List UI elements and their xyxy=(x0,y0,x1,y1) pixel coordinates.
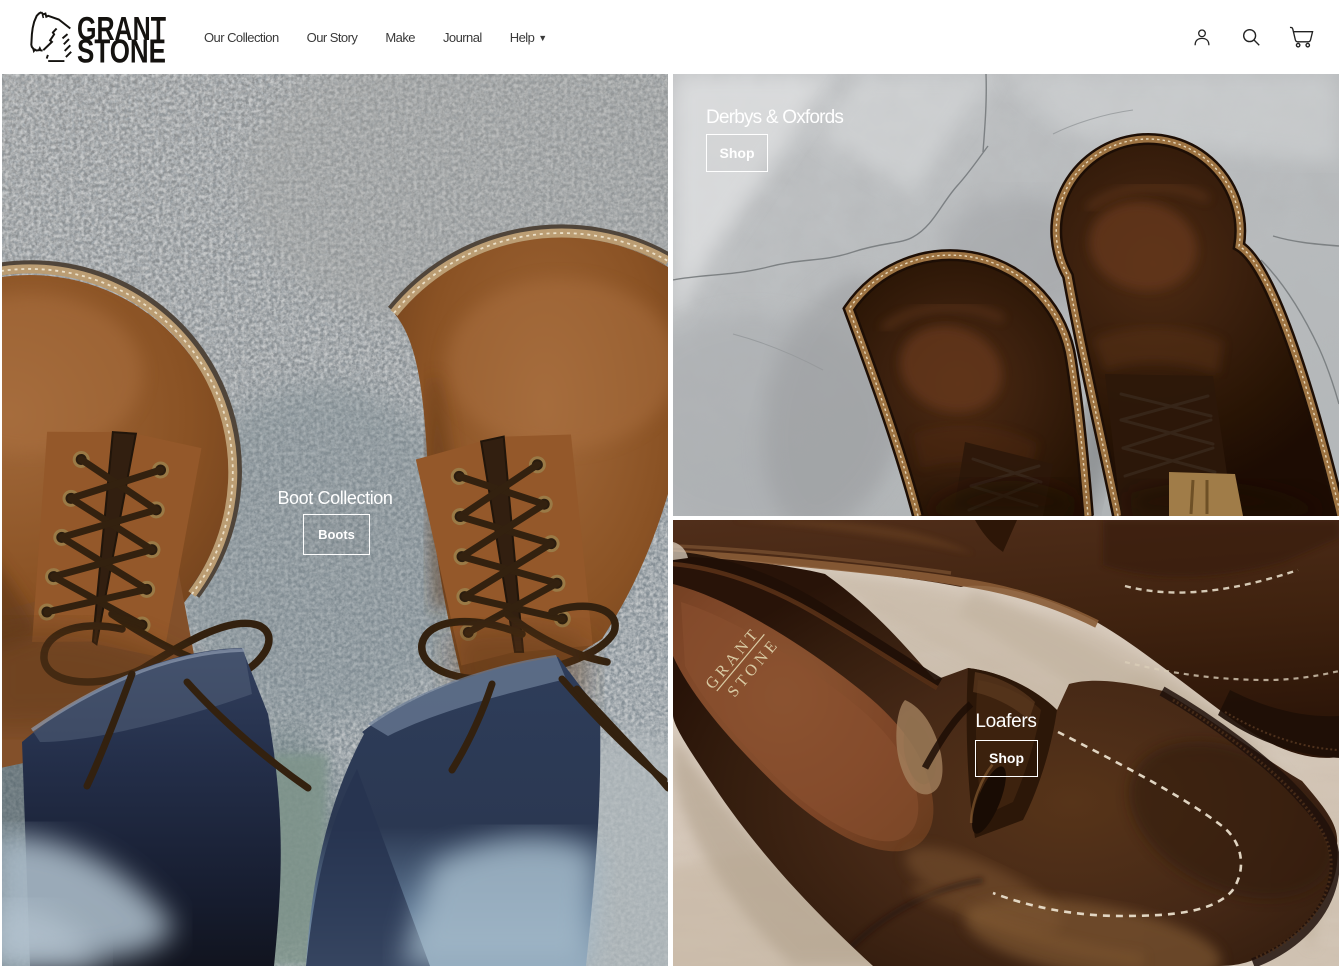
svg-text:STONE: STONE xyxy=(77,33,166,65)
